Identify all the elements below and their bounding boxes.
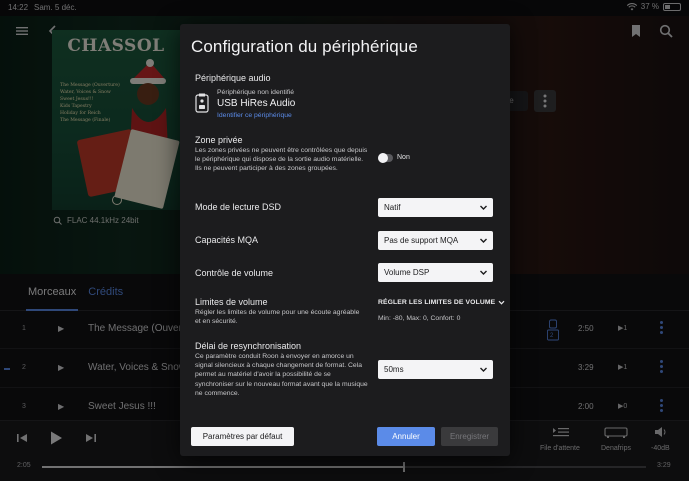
chevron-down-icon <box>480 367 487 372</box>
usb-device-icon <box>195 93 209 113</box>
volume-control-value: Volume DSP <box>384 268 430 277</box>
cancel-button[interactable]: Annuler <box>377 427 435 446</box>
private-zone-toggle-label: Non <box>397 154 410 161</box>
set-volume-limits-button[interactable]: RÉGLER LES LIMITES DE VOLUME <box>378 299 505 306</box>
resync-delay-select[interactable]: 50ms <box>378 360 493 379</box>
dsd-mode-value: Natif <box>384 203 401 212</box>
dialog-title: Configuration du périphérique <box>191 37 418 56</box>
device-status: Périphérique non identifié <box>217 89 295 96</box>
volume-limits-label: Limites de volume <box>195 297 268 307</box>
mqa-select[interactable]: Pas de support MQA <box>378 231 493 250</box>
volume-limits-description: Régler les limites de volume pour une éc… <box>195 309 360 326</box>
mqa-value: Pas de support MQA <box>384 236 459 245</box>
audio-device-label: Périphérique audio <box>195 73 271 83</box>
dsd-mode-label: Mode de lecture DSD <box>195 202 282 212</box>
resync-delay-description: Ce paramètre conduit Roon à envoyer en a… <box>195 353 368 397</box>
mqa-label: Capacités MQA <box>195 235 259 245</box>
identify-device-link[interactable]: Identifier ce périphérique <box>217 112 292 119</box>
chevron-down-icon <box>480 205 487 210</box>
chevron-down-icon <box>480 238 487 243</box>
volume-limits-values: Min: -80, Max: 0, Confort: 0 <box>378 315 461 322</box>
chevron-down-icon <box>480 270 487 275</box>
private-zone-toggle[interactable] <box>378 153 393 163</box>
volume-control-label: Contrôle de volume <box>195 268 274 278</box>
chevron-down-icon <box>498 300 505 305</box>
dsd-mode-select[interactable]: Natif <box>378 198 493 217</box>
resync-delay-label: Délai de resynchronisation <box>195 341 302 351</box>
private-zone-description: Les zones privées ne peuvent être contrô… <box>195 147 368 173</box>
private-zone-label: Zone privée <box>195 135 243 145</box>
device-name: USB HiRes Audio <box>217 98 296 109</box>
resync-delay-value: 50ms <box>384 365 404 374</box>
volume-control-select[interactable]: Volume DSP <box>378 263 493 282</box>
save-button[interactable]: Enregistrer <box>441 427 498 446</box>
reset-defaults-button[interactable]: Paramètres par défaut <box>191 427 294 446</box>
device-config-dialog: Configuration du périphérique Périphériq… <box>180 24 510 456</box>
set-volume-limits-label: RÉGLER LES LIMITES DE VOLUME <box>378 299 496 306</box>
